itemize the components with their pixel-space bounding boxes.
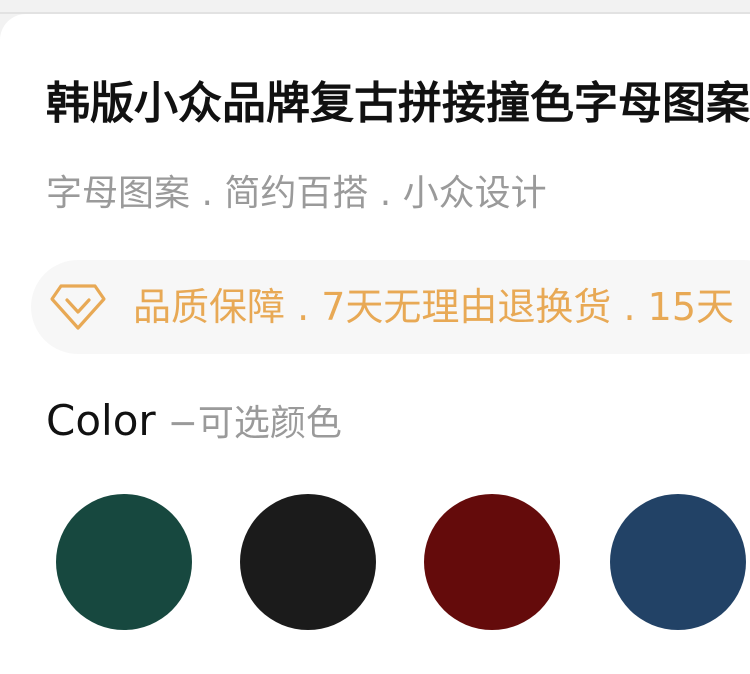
product-info-card: 韩版小众品牌复古拼接撞色字母图案 字母图案 . 简约百搭 . 小众设计 品质保障… <box>0 14 750 674</box>
color-swatch-dark-red[interactable] <box>424 494 560 630</box>
product-subtitle: 字母图案 . 简约百搭 . 小众设计 <box>46 173 547 214</box>
top-divider <box>0 0 750 14</box>
color-swatch-black[interactable] <box>240 494 376 630</box>
guarantee-banner[interactable]: 品质保障 . 7天无理由退换货 . 15天 <box>31 260 750 354</box>
color-swatch-dark-green[interactable] <box>56 494 192 630</box>
diamond-icon <box>49 278 107 334</box>
color-label: Color <box>46 396 156 445</box>
guarantee-text: 品质保障 . 7天无理由退换货 . 15天 <box>133 285 735 329</box>
color-swatch-navy-blue[interactable] <box>610 494 746 630</box>
product-title: 韩版小众品牌复古拼接撞色字母图案 <box>46 78 750 129</box>
color-section-header: Color −可选颜色 <box>46 396 342 455</box>
color-sublabel: −可选颜色 <box>167 403 342 444</box>
